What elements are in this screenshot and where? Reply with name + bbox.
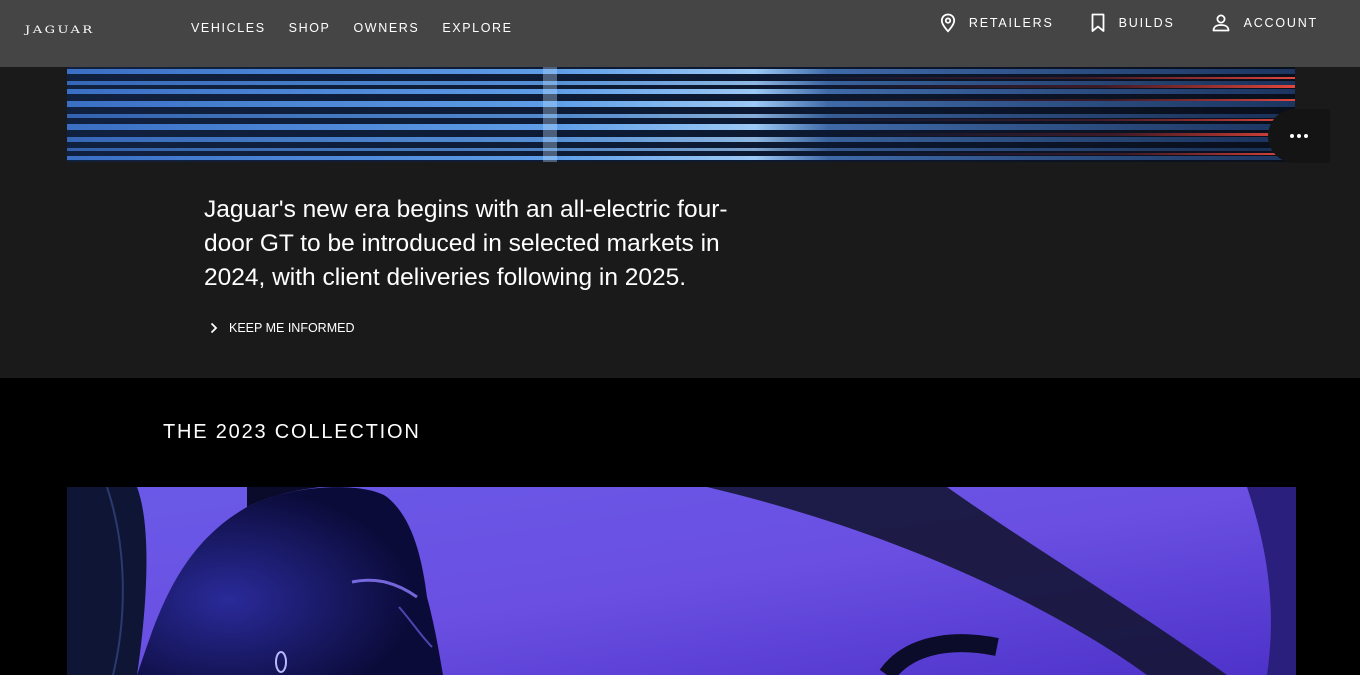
account-link[interactable]: ACCOUNT [1211, 13, 1318, 33]
utility-nav: RETAILERS BUILDS ACCOUNT [904, 13, 1318, 33]
ellipsis-icon [1290, 134, 1294, 138]
collection-heading: THE 2023 COLLECTION [163, 421, 421, 443]
account-label: ACCOUNT [1243, 16, 1318, 30]
user-icon [1212, 14, 1229, 32]
nav-owners[interactable]: OWNERS [353, 21, 419, 35]
main-nav: VEHICLES SHOP OWNERS EXPLORE [191, 21, 536, 35]
chevron-right-icon [210, 322, 218, 334]
collection-section: THE 2023 COLLECTION [0, 378, 1360, 675]
hero-section: Jaguar's new era begins with an all-elec… [0, 67, 1360, 378]
jaguar-logo[interactable]: JAGUAR [25, 24, 95, 36]
bookmark-icon [1091, 13, 1105, 32]
location-pin-icon [940, 13, 955, 33]
builds-link[interactable]: BUILDS [1090, 13, 1175, 33]
keep-me-informed-link[interactable]: KEEP ME INFORMED [210, 321, 354, 335]
retailers-label: RETAILERS [968, 16, 1054, 30]
nav-shop[interactable]: SHOP [289, 21, 331, 35]
builds-label: BUILDS [1118, 16, 1175, 30]
retailers-link[interactable]: RETAILERS [940, 13, 1054, 33]
hero-description: Jaguar's new era begins with an all-elec… [204, 196, 728, 291]
nav-vehicles[interactable]: VEHICLES [191, 21, 266, 35]
hero-light-streaks-image [67, 67, 1295, 162]
collection-feature-image[interactable] [67, 487, 1296, 675]
more-options-button[interactable] [1268, 109, 1330, 163]
keep-me-informed-label: KEEP ME INFORMED [229, 321, 355, 335]
site-header: JAGUAR VEHICLES SHOP OWNERS EXPLORE RETA… [0, 0, 1360, 67]
nav-explore[interactable]: EXPLORE [442, 21, 512, 35]
